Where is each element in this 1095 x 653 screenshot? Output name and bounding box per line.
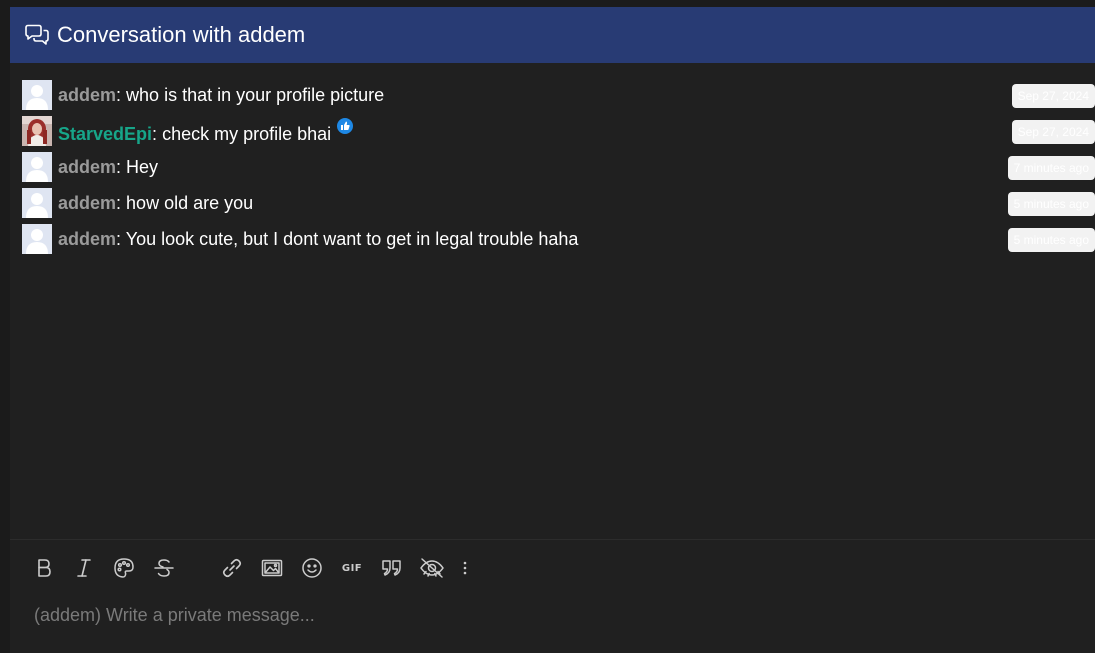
message-body: You look cute, but I dont want to get in… xyxy=(125,228,579,249)
default-avatar[interactable] xyxy=(22,152,52,182)
conversation-panel: Conversation with addem addem: who is th… xyxy=(10,7,1095,653)
link-icon[interactable] xyxy=(218,554,246,582)
message-body: Hey xyxy=(126,156,159,177)
username-link[interactable]: addem xyxy=(58,157,116,177)
username-link[interactable]: addem xyxy=(58,85,116,105)
message-text-line: addem: who is that in your profile pictu… xyxy=(58,84,385,105)
timestamp-badge: 5 minutes ago xyxy=(1007,192,1095,216)
username-link[interactable]: addem xyxy=(58,193,116,213)
timestamp-badge: 5 minutes ago xyxy=(1007,228,1095,252)
editor-divider xyxy=(10,539,1095,540)
conversation-header: Conversation with addem xyxy=(10,7,1095,63)
default-avatar[interactable] xyxy=(22,188,52,218)
message-list: addem: who is that in your profile pictu… xyxy=(10,77,1095,257)
message-text-line: addem: You look cute, but I dont want to… xyxy=(58,228,579,249)
strikethrough-icon[interactable] xyxy=(150,554,178,582)
message-body: who is that in your profile picture xyxy=(126,84,385,105)
message-row: StarvedEpi: check my profile bhai Sep 27… xyxy=(10,113,1095,149)
username-link[interactable]: StarvedEpi xyxy=(58,124,152,144)
more-icon[interactable] xyxy=(458,554,472,582)
emoji-icon[interactable] xyxy=(298,554,326,582)
message-input[interactable] xyxy=(34,603,1074,627)
italic-icon[interactable] xyxy=(70,554,98,582)
thumbs-up-icon[interactable] xyxy=(337,117,354,134)
message-body: check my profile bhai xyxy=(162,123,332,144)
conversation-title: Conversation with addem xyxy=(57,22,306,47)
message-text-line: StarvedEpi: check my profile bhai xyxy=(58,117,354,145)
default-avatar[interactable] xyxy=(22,224,52,254)
gif-icon[interactable]: GIF xyxy=(338,554,366,582)
message-text-line: addem: Hey xyxy=(58,156,159,177)
timestamp-badge: Sep 27, 2024 xyxy=(1011,84,1095,108)
message-row: addem: You look cute, but I dont want to… xyxy=(10,221,1095,257)
message-row: addem: who is that in your profile pictu… xyxy=(10,77,1095,113)
message-body: how old are you xyxy=(126,192,254,213)
editor-toolbar: GIF xyxy=(30,554,484,582)
username-link[interactable]: addem xyxy=(58,229,116,249)
spoiler-icon[interactable] xyxy=(418,554,446,582)
timestamp-badge: 7 minutes ago xyxy=(1007,156,1095,180)
gif-label: GIF xyxy=(341,562,363,574)
user-photo-avatar[interactable] xyxy=(22,116,52,146)
default-avatar[interactable] xyxy=(22,80,52,110)
chat-bubbles-icon xyxy=(24,23,50,47)
bold-icon[interactable] xyxy=(30,554,58,582)
message-row: addem: Hey 7 minutes ago xyxy=(10,149,1095,185)
quote-icon[interactable] xyxy=(378,554,406,582)
message-text-line: addem: how old are you xyxy=(58,192,254,213)
message-row: addem: how old are you 5 minutes ago xyxy=(10,185,1095,221)
palette-icon[interactable] xyxy=(110,554,138,582)
image-icon[interactable] xyxy=(258,554,286,582)
timestamp-badge: Sep 27, 2024 xyxy=(1011,120,1095,144)
